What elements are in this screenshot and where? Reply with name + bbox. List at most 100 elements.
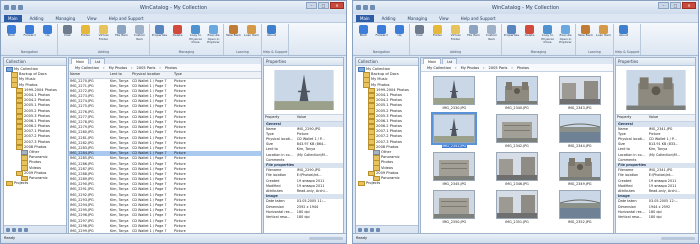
button-label: Take Back (226, 33, 241, 37)
up-button[interactable]: Up (39, 24, 56, 50)
button-label: Disk (416, 33, 423, 37)
breadcrumb-item[interactable]: Photos (517, 66, 529, 70)
breadcrumb-item[interactable]: My Photos (109, 66, 128, 70)
collection-pane-toolbar (4, 225, 66, 233)
folder-icon (6, 180, 13, 187)
content-tab-lst[interactable]: Lst (442, 58, 458, 64)
breadcrumb-item[interactable]: Photos (165, 66, 177, 70)
column-header-lent-to[interactable]: Lent to (109, 72, 131, 78)
tree-item[interactable]: Projects (356, 180, 418, 187)
execute-open-in-explorer-button[interactable]: Execute Open in Explorer (557, 24, 574, 50)
column-header-name[interactable]: Name (69, 72, 109, 78)
thumbnail-item[interactable]: IMG_2345.JPG (425, 152, 484, 186)
ribbon-tab-view[interactable]: View (435, 15, 453, 22)
ribbon-tab-help-and-support[interactable]: Help and Support (457, 15, 500, 22)
content-tab-main[interactable]: Main (423, 58, 442, 64)
close-button[interactable]: ✕ (330, 2, 344, 9)
custom-item-button[interactable]: Custom Item (483, 24, 500, 50)
file-item-button[interactable]: File Item (113, 24, 130, 50)
nav-back-icon[interactable] (6, 227, 10, 232)
thumbnail-item[interactable]: IMG_2344.JPG (550, 114, 609, 148)
thumbnail-item[interactable]: IMG_2330.JPG (425, 76, 484, 110)
execute-open-in-explorer-button[interactable]: Execute Open in Explorer (205, 24, 222, 50)
column-header-type[interactable]: Type (173, 72, 195, 78)
disk-button[interactable]: Disk (411, 24, 428, 50)
thumbnail-item[interactable]: IMG_2352.JPG (550, 190, 609, 224)
breadcrumb-item[interactable]: 2005 Paris (137, 66, 156, 70)
zoom-slider[interactable] (661, 237, 695, 240)
property-row[interactable]: Vertical reso... 180 dpi (264, 215, 343, 220)
breadcrumb-item[interactable]: 2005 Paris (489, 66, 508, 70)
properties-button[interactable]: Properties (151, 24, 168, 50)
maximize-button[interactable]: □ (670, 2, 681, 9)
thumbnail-item[interactable]: IMG_2341.JPG (425, 112, 484, 148)
ribbon-tab-view[interactable]: View (83, 15, 101, 22)
disk-button[interactable]: Disk (59, 24, 76, 50)
forward-button[interactable]: Forward (373, 24, 390, 50)
column-header-physical-location[interactable]: Physical location (131, 72, 173, 78)
thumbnail-item[interactable]: IMG_2343.JPG (550, 76, 609, 110)
ribbon-tab-managing[interactable]: Managing (404, 15, 432, 22)
custom-item-button[interactable]: Custom Item (131, 24, 148, 50)
loan-item-button[interactable]: Loan Item (595, 24, 612, 50)
ribbon-group-managing: Properties Delete Copy to Physical Drive Ex… (150, 24, 224, 55)
thumbnail-item[interactable]: IMG_2342.JPG (488, 114, 547, 148)
ribbon-group-label: Adding (449, 50, 462, 54)
maximize-button[interactable]: □ (318, 2, 329, 9)
minimize-button[interactable]: – (306, 2, 317, 9)
up-button[interactable]: Up (391, 24, 408, 50)
button-label: Disk (64, 33, 71, 37)
virtual-folder-button[interactable]: Virtual Folder (95, 24, 112, 50)
thumbnail-caption: IMG_2352.JPG (567, 220, 592, 224)
forward-button[interactable]: Forward (21, 24, 38, 50)
ribbon-tab-help-and-support[interactable]: Help and Support (105, 15, 148, 22)
ribbon-tab-adding[interactable]: Adding (26, 15, 48, 22)
nav-home-icon[interactable] (370, 227, 374, 232)
nav-forward-icon[interactable] (12, 227, 16, 232)
breadcrumb-separator-icon: › (103, 65, 105, 70)
ribbon-tab-main[interactable]: Main (4, 15, 22, 22)
tree-item[interactable]: Projects (4, 180, 66, 187)
thumbnail-item[interactable]: IMG_2346.JPG (488, 152, 547, 186)
take-back-button[interactable]: Take Back (577, 24, 594, 50)
thumbnail-item[interactable]: IMG_2350.JPG (425, 190, 484, 224)
thumbnail-item[interactable]: IMG_2351.JPG (488, 190, 547, 224)
property-row[interactable]: Vertical reso... 180 dpi (616, 215, 695, 220)
about-button[interactable]: About (263, 24, 280, 50)
back-button[interactable]: Back (3, 24, 20, 50)
copy-to-physical-drive-button[interactable]: Copy to Physical Drive (187, 24, 204, 50)
properties-button[interactable]: Properties (503, 24, 520, 50)
content-tab-lst[interactable]: Lst (90, 58, 106, 64)
nav-back-icon[interactable] (358, 227, 362, 232)
loan-item-button[interactable]: Loan Item (243, 24, 260, 50)
nav-search-icon[interactable] (24, 227, 28, 232)
thumbnail-item[interactable]: IMG_2349.JPG (550, 152, 609, 186)
nav-search-icon[interactable] (376, 227, 380, 232)
copy-to-physical-drive-button[interactable]: Copy to Physical Drive (539, 24, 556, 50)
nav-forward-icon[interactable] (364, 227, 368, 232)
breadcrumb-item[interactable]: My Collection (75, 66, 99, 70)
about-button[interactable]: About (615, 24, 632, 50)
breadcrumb-item[interactable]: My Photos (461, 66, 480, 70)
thumbnail-caption: IMG_2350.JPG (442, 220, 467, 224)
nav-home-icon[interactable] (18, 227, 22, 232)
thumbnail-item[interactable]: IMG_2340.JPG (488, 76, 547, 110)
thumbnail-caption: IMG_2341.JPG (441, 144, 468, 148)
thumbnail-caption: IMG_2345.JPG (442, 182, 467, 186)
ribbon-tab-managing[interactable]: Managing (52, 15, 80, 22)
zoom-slider[interactable] (309, 237, 343, 240)
minimize-button[interactable]: – (658, 2, 669, 9)
close-button[interactable]: ✕ (682, 2, 696, 9)
take-back-button[interactable]: Take Back (225, 24, 242, 50)
folder-button[interactable]: Folder (429, 24, 446, 50)
breadcrumb-item[interactable]: My Collection (427, 66, 451, 70)
delete-button[interactable]: Delete (521, 24, 538, 50)
ribbon-tab-adding[interactable]: Adding (378, 15, 400, 22)
back-button[interactable]: Back (355, 24, 372, 50)
folder-button[interactable]: Folder (77, 24, 94, 50)
virtual-folder-button[interactable]: Virtual Folder (447, 24, 464, 50)
content-tab-main[interactable]: Main (71, 58, 90, 64)
ribbon-tab-main[interactable]: Main (356, 15, 374, 22)
delete-button[interactable]: Delete (169, 24, 186, 50)
file-item-button[interactable]: File Item (465, 24, 482, 50)
